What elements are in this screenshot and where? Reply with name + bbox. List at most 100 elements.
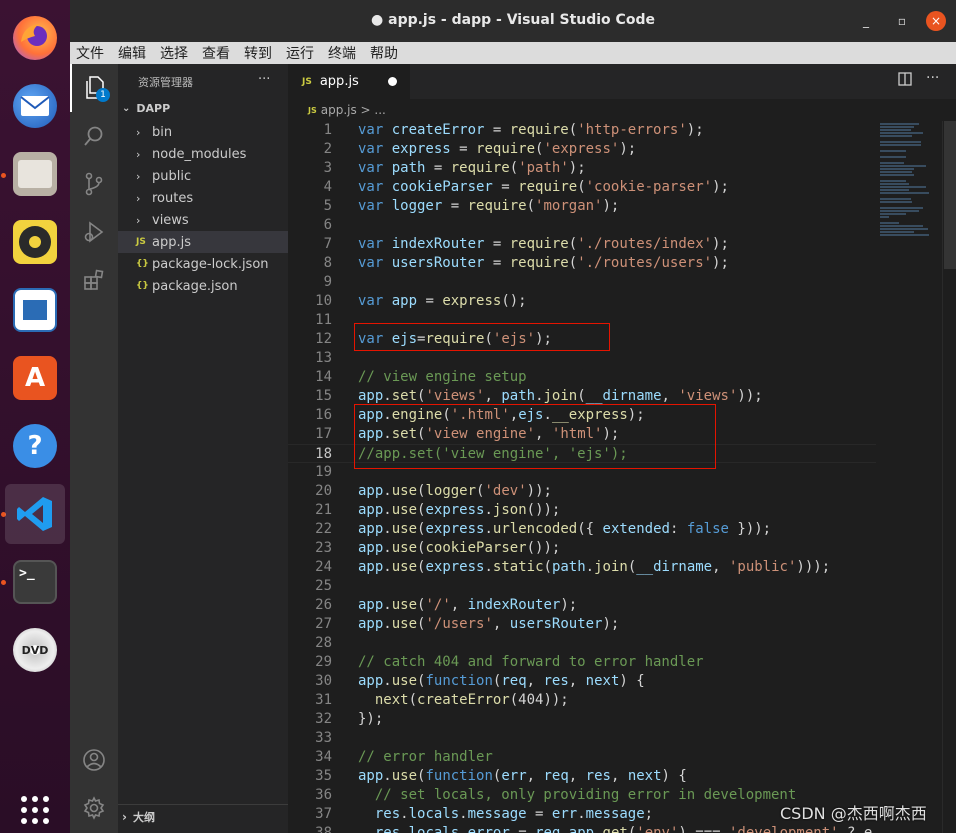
highlight-box-view-engine <box>354 404 716 469</box>
tab-app-js[interactable]: JS app.js <box>288 64 410 99</box>
vertical-scrollbar[interactable] <box>942 121 956 833</box>
code-line[interactable]: 1 var createError = require('http-errors'… <box>288 121 876 140</box>
dock-thunderbird[interactable] <box>5 76 65 136</box>
search-icon[interactable] <box>80 122 108 150</box>
minimize-button[interactable]: _ <box>856 11 876 31</box>
code-line[interactable]: 35 app.use(function(err, req, res, next) … <box>288 767 876 786</box>
code-line[interactable]: 23 app.use(cookieParser()); <box>288 539 876 558</box>
tree-file-package-lock-json[interactable]: {} package-lock.json <box>118 253 288 275</box>
code-line[interactable]: 28 <box>288 634 876 653</box>
menu-run[interactable]: 运行 <box>286 43 314 63</box>
folder-root-dapp[interactable]: ⌄ DAPP <box>122 102 170 115</box>
code-line[interactable]: 8 var usersRouter = require('./routes/use… <box>288 254 876 273</box>
extensions-icon[interactable] <box>80 266 108 294</box>
code-line[interactable]: 2 var express = require('express'); <box>288 140 876 159</box>
more-actions-button[interactable]: ··· <box>926 70 939 86</box>
code-line[interactable]: 33 <box>288 729 876 748</box>
line-number: 38 <box>315 825 332 833</box>
sidebar-more-button[interactable]: ··· <box>258 72 270 87</box>
minimap-line <box>880 144 921 146</box>
line-number: 5 <box>323 198 332 214</box>
code-line[interactable]: 9 <box>288 273 876 292</box>
line-code: app.use('/', indexRouter); <box>358 597 578 613</box>
code-line[interactable]: 13 <box>288 349 876 368</box>
code-line[interactable]: 34 // error handler <box>288 748 876 767</box>
code-editor[interactable]: 1 var createError = require('http-errors'… <box>288 121 876 833</box>
menu-selection[interactable]: 选择 <box>160 43 188 63</box>
breadcrumb-path[interactable]: app.js > ... <box>321 103 386 117</box>
tree-item-label: app.js <box>152 234 191 250</box>
outline-section[interactable]: › 大纲 <box>122 809 155 825</box>
outline-label: 大纲 <box>132 811 155 824</box>
code-line[interactable]: 14 // view engine setup <box>288 368 876 387</box>
menu-go[interactable]: 转到 <box>244 43 272 63</box>
dock-writer[interactable] <box>5 280 65 340</box>
menu-terminal[interactable]: 终端 <box>328 43 356 63</box>
tree-file-package-json[interactable]: {} package.json <box>118 275 288 297</box>
minimap[interactable] <box>876 121 942 833</box>
code-line[interactable]: 27 app.use('/users', usersRouter); <box>288 615 876 634</box>
tree-folder-public[interactable]: › public <box>118 165 288 187</box>
code-line[interactable]: 26 app.use('/', indexRouter); <box>288 596 876 615</box>
code-line[interactable]: 31 next(createError(404)); <box>288 691 876 710</box>
tree-folder-bin[interactable]: › bin <box>118 121 288 143</box>
code-line[interactable]: 22 app.use(express.urlencoded({ extended:… <box>288 520 876 539</box>
split-editor-icon[interactable] <box>898 72 912 90</box>
code-line[interactable]: 7 var indexRouter = require('./routes/ind… <box>288 235 876 254</box>
code-line[interactable]: 5 var logger = require('morgan'); <box>288 197 876 216</box>
menu-file[interactable]: 文件 <box>76 43 104 63</box>
line-code: var cookieParser = require('cookie-parse… <box>358 179 729 195</box>
maximize-button[interactable]: ▫ <box>892 11 912 31</box>
line-number: 18 <box>315 446 332 462</box>
dock-firefox[interactable] <box>5 8 65 68</box>
dock-files[interactable] <box>5 144 65 204</box>
minimap-line <box>880 135 912 137</box>
code-line[interactable]: 30 app.use(function(req, res, next) { <box>288 672 876 691</box>
dock-rhythmbox[interactable] <box>5 212 65 272</box>
code-line[interactable]: 3 var path = require('path'); <box>288 159 876 178</box>
code-line[interactable]: 20 app.use(logger('dev')); <box>288 482 876 501</box>
dock-terminal[interactable]: >_ <box>5 552 65 612</box>
tree-folder-views[interactable]: › views <box>118 209 288 231</box>
dock-software[interactable]: A <box>5 348 65 408</box>
window-title: ● app.js - dapp - Visual Studio Code <box>371 12 655 28</box>
dock-help[interactable]: ? <box>5 416 65 476</box>
line-code: var app = express(); <box>358 293 527 309</box>
code-line[interactable]: 4 var cookieParser = require('cookie-pars… <box>288 178 876 197</box>
settings-gear-icon[interactable] <box>80 794 108 822</box>
run-debug-icon[interactable] <box>80 218 108 246</box>
menu-edit[interactable]: 编辑 <box>118 43 146 63</box>
code-line[interactable]: 10 var app = express(); <box>288 292 876 311</box>
code-line[interactable]: 24 app.use(express.static(path.join(__dir… <box>288 558 876 577</box>
line-code: next(createError(404)); <box>374 692 569 708</box>
active-indicator <box>70 64 72 112</box>
dock-show-apps[interactable] <box>5 780 65 833</box>
unsaved-dot-icon[interactable] <box>388 77 397 86</box>
terminal-icon: >_ <box>13 560 57 604</box>
account-icon[interactable] <box>80 746 108 774</box>
code-line[interactable]: 38 res.locals.error = req.app.get('env')… <box>288 824 876 833</box>
code-line[interactable]: 25 <box>288 577 876 596</box>
line-number: 11 <box>315 312 332 328</box>
code-line[interactable]: 21 app.use(express.json()); <box>288 501 876 520</box>
dock-dvd[interactable]: DVD <box>5 620 65 680</box>
tree-folder-routes[interactable]: › routes <box>118 187 288 209</box>
tree-file-app-js[interactable]: JS app.js <box>118 231 288 253</box>
close-button[interactable]: × <box>926 11 946 31</box>
menu-view[interactable]: 查看 <box>202 43 230 63</box>
line-number: 30 <box>315 673 332 689</box>
minimap-line <box>880 129 911 131</box>
line-number: 10 <box>315 293 332 309</box>
chevron-right-icon: › <box>136 169 141 183</box>
code-line[interactable]: 6 <box>288 216 876 235</box>
code-line[interactable]: 32}); <box>288 710 876 729</box>
menu-help[interactable]: 帮助 <box>370 43 398 63</box>
minimap-line <box>880 132 923 134</box>
source-control-icon[interactable] <box>80 170 108 198</box>
line-number: 22 <box>315 521 332 537</box>
tree-item-label: package.json <box>152 278 238 294</box>
code-line[interactable]: 29 // catch 404 and forward to error hand… <box>288 653 876 672</box>
dock-vscode[interactable] <box>5 484 65 544</box>
tree-folder-node-modules[interactable]: › node_modules <box>118 143 288 165</box>
scrollbar-thumb[interactable] <box>944 121 956 269</box>
